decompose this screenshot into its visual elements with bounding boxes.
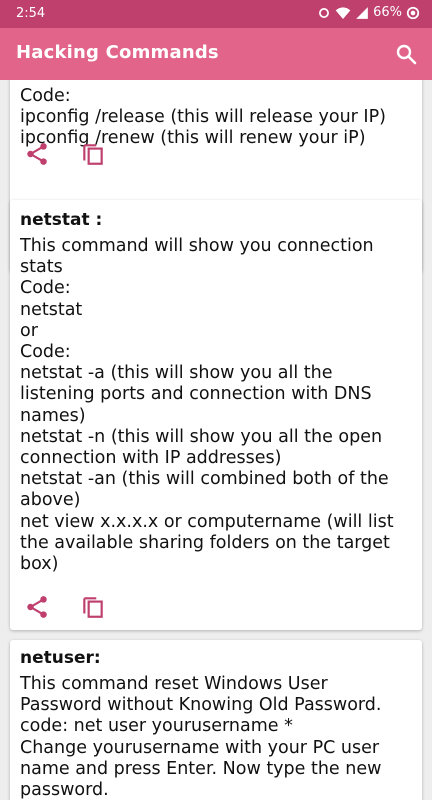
search-icon[interactable]: [394, 42, 418, 66]
battery-icon: [406, 6, 420, 19]
app-title: Hacking Commands: [16, 42, 219, 63]
card-actions: [10, 140, 422, 180]
command-body: This command reset Windows User Password…: [20, 674, 382, 800]
copy-icon[interactable]: [80, 141, 106, 167]
status-time: 2:54: [16, 6, 46, 21]
status-bar: 2:54 66%: [0, 0, 432, 28]
signal-icon: [356, 6, 368, 19]
copy-icon[interactable]: [80, 594, 106, 620]
wifi-icon: [335, 6, 351, 19]
command-title: netstat :: [20, 210, 103, 230]
app-bar: Hacking Commands: [0, 28, 432, 80]
command-card: netstat : This command will show you con…: [10, 200, 422, 630]
share-icon[interactable]: [24, 594, 50, 620]
battery-level: 66%: [373, 5, 402, 20]
settings-icon: [319, 7, 330, 18]
command-list[interactable]: Code: ipconfig /release (this will relea…: [0, 80, 432, 800]
share-icon[interactable]: [24, 141, 50, 167]
command-title: netuser:: [20, 648, 101, 668]
status-icons: 66%: [317, 5, 420, 20]
command-body: This command will show you connection st…: [20, 236, 394, 575]
command-card: netuser: This command reset Windows User…: [10, 640, 422, 800]
